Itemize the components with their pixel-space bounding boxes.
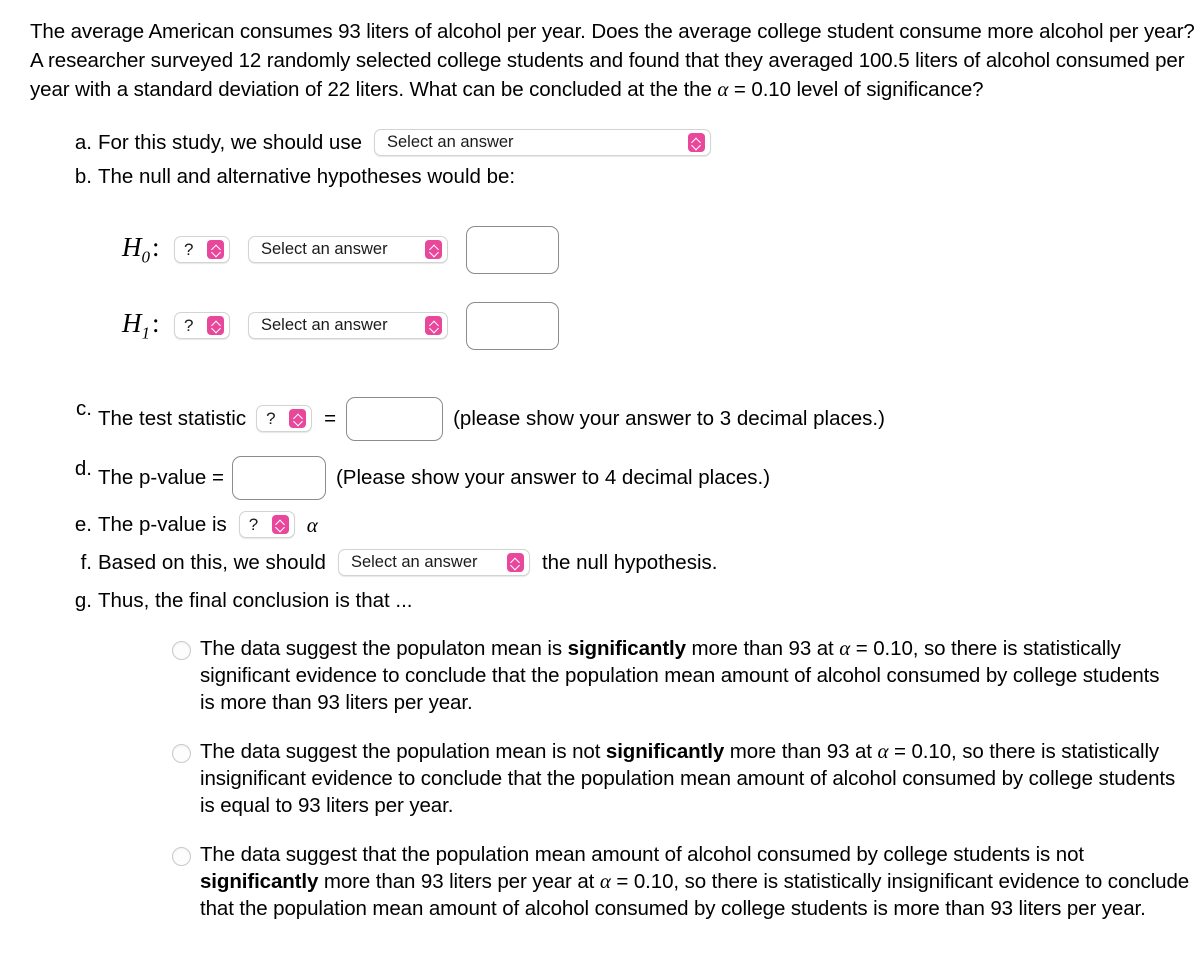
- h1-operator-select-value: Select an answer: [261, 316, 388, 335]
- h0-parameter-select-value: ?: [184, 240, 194, 259]
- option-1-emphasis: significantly: [567, 636, 686, 660]
- option-3-part1: The data suggest that the population mea…: [200, 842, 1084, 866]
- alternative-hypothesis-row: H1: ? Select an answer: [30, 297, 1190, 355]
- option-3-emphasis: significantly: [200, 869, 319, 893]
- part-f-label-after: the null hypothesis.: [541, 550, 718, 574]
- conclusion-option-3-text: The data suggest that the population mea…: [200, 841, 1190, 922]
- h0-operator-select[interactable]: Select an answer: [248, 236, 448, 263]
- test-statistic-select-value: ?: [266, 409, 276, 428]
- h0-letter: H: [122, 231, 142, 262]
- question-part-c: c. The test statistic ? = (please show y…: [30, 393, 1190, 445]
- part-g-label: Thus, the final conclusion is that ...: [98, 588, 413, 612]
- chevron-updown-icon: [289, 409, 307, 428]
- null-hypothesis-label: H0:: [122, 232, 174, 267]
- worksheet-page: The average American consumes 93 liters …: [0, 0, 1200, 971]
- option-3-part2: more than 93 liters per year at: [318, 869, 600, 893]
- part-b-label: The null and alternative hypotheses woul…: [98, 164, 516, 188]
- test-statistic-note: (please show your answer to 3 decimal pl…: [453, 406, 885, 430]
- alpha-symbol: α: [877, 738, 889, 763]
- h1-subscript: 1: [141, 323, 151, 343]
- question-parts-list: a. For this study, we should use Select …: [30, 127, 1190, 617]
- part-c-label: The test statistic: [98, 406, 247, 430]
- chevron-updown-icon: [687, 133, 705, 152]
- conclusion-option-2[interactable]: The data suggest the population mean is …: [172, 738, 1190, 819]
- test-statistic-equals: =: [324, 406, 337, 430]
- part-f-marker: f.: [80, 550, 92, 574]
- chevron-updown-icon: [425, 316, 442, 335]
- h0-subscript: 0: [141, 247, 151, 267]
- chevron-updown-icon: [207, 240, 224, 259]
- h0-parameter-select[interactable]: ?: [174, 236, 230, 263]
- radio-button-icon[interactable]: [172, 640, 191, 660]
- problem-statement-text: The average American consumes 93 liters …: [30, 20, 1195, 101]
- decision-select-value: Select an answer: [350, 553, 478, 572]
- question-part-g: g. Thus, the final conclusion is that ..…: [30, 585, 1190, 617]
- test-statistic-input[interactable]: [346, 396, 444, 441]
- alpha-symbol: α: [306, 512, 318, 537]
- question-part-d: d. The p-value = (Please show your answe…: [30, 453, 1190, 503]
- study-type-select[interactable]: Select an answer: [373, 129, 711, 156]
- conclusion-option-1[interactable]: The data suggest the populaton mean is s…: [172, 635, 1190, 716]
- h1-letter: H: [122, 307, 142, 338]
- decision-select[interactable]: Select an answer: [337, 549, 530, 576]
- part-e-label: The p-value is: [98, 512, 227, 536]
- alternative-hypothesis-label: H1:: [122, 308, 174, 343]
- part-a-label: For this study, we should use: [98, 130, 362, 154]
- chevron-updown-icon: [271, 515, 289, 534]
- h1-parameter-select-value: ?: [184, 316, 194, 335]
- part-a-marker: a.: [74, 130, 92, 154]
- option-2-part1: The data suggest the population mean is …: [200, 739, 606, 763]
- part-g-marker: g.: [74, 588, 92, 612]
- chevron-updown-icon: [506, 553, 524, 572]
- p-value-note: (Please show your answer to 4 decimal pl…: [335, 465, 771, 489]
- question-part-b: b. The null and alternative hypotheses w…: [30, 161, 1190, 193]
- conclusion-option-3[interactable]: The data suggest that the population mea…: [172, 841, 1190, 922]
- alpha-symbol: α: [717, 77, 729, 101]
- radio-button-icon[interactable]: [172, 743, 191, 763]
- hypotheses-block: H0: ? Select an answer H1: ? Select an a…: [30, 221, 1190, 355]
- h0-colon: :: [152, 231, 160, 262]
- alpha-symbol: α: [599, 868, 611, 893]
- part-e-marker: e.: [74, 512, 92, 536]
- p-value-comparison-select-value: ?: [248, 515, 259, 534]
- h1-operator-select[interactable]: Select an answer: [248, 312, 448, 339]
- h1-value-input[interactable]: [466, 301, 559, 350]
- option-1-part2: more than 93 at: [685, 636, 840, 660]
- study-type-select-value: Select an answer: [386, 133, 514, 152]
- test-statistic-select[interactable]: ?: [256, 405, 313, 432]
- h0-operator-select-value: Select an answer: [261, 240, 388, 259]
- part-f-label-before: Based on this, we should: [98, 550, 326, 574]
- question-part-a: a. For this study, we should use Select …: [30, 127, 1190, 159]
- conclusion-option-1-text: The data suggest the populaton mean is s…: [200, 635, 1160, 716]
- part-c-marker: c.: [76, 396, 92, 420]
- null-hypothesis-row: H0: ? Select an answer: [30, 221, 1190, 279]
- problem-statement: The average American consumes 93 liters …: [30, 18, 1195, 105]
- h1-colon: :: [152, 307, 160, 338]
- question-part-f: f. Based on this, we should Select an an…: [30, 547, 1190, 579]
- chevron-updown-icon: [207, 316, 224, 335]
- h1-parameter-select[interactable]: ?: [174, 312, 230, 339]
- option-2-emphasis: significantly: [605, 739, 725, 763]
- conclusion-option-2-text: The data suggest the population mean is …: [200, 738, 1190, 819]
- conclusion-options: The data suggest the populaton mean is s…: [30, 635, 1190, 922]
- part-d-marker: d.: [74, 456, 92, 480]
- h0-value-input[interactable]: [466, 225, 559, 274]
- p-value-comparison-select[interactable]: ?: [238, 511, 295, 538]
- option-1-part1: The data suggest the populaton mean is: [200, 636, 568, 660]
- radio-button-icon[interactable]: [172, 846, 191, 866]
- problem-statement-lead: the: [683, 78, 712, 101]
- problem-statement-tail: = 0.10 level of significance?: [733, 78, 984, 101]
- alpha-symbol: α: [839, 635, 851, 660]
- chevron-updown-icon: [425, 240, 442, 259]
- option-2-part2: more than 93 at: [724, 739, 878, 763]
- p-value-input[interactable]: [231, 455, 326, 500]
- part-b-marker: b.: [74, 164, 92, 188]
- question-part-e: e. The p-value is ? α: [30, 509, 1190, 541]
- part-d-label: The p-value =: [98, 465, 224, 489]
